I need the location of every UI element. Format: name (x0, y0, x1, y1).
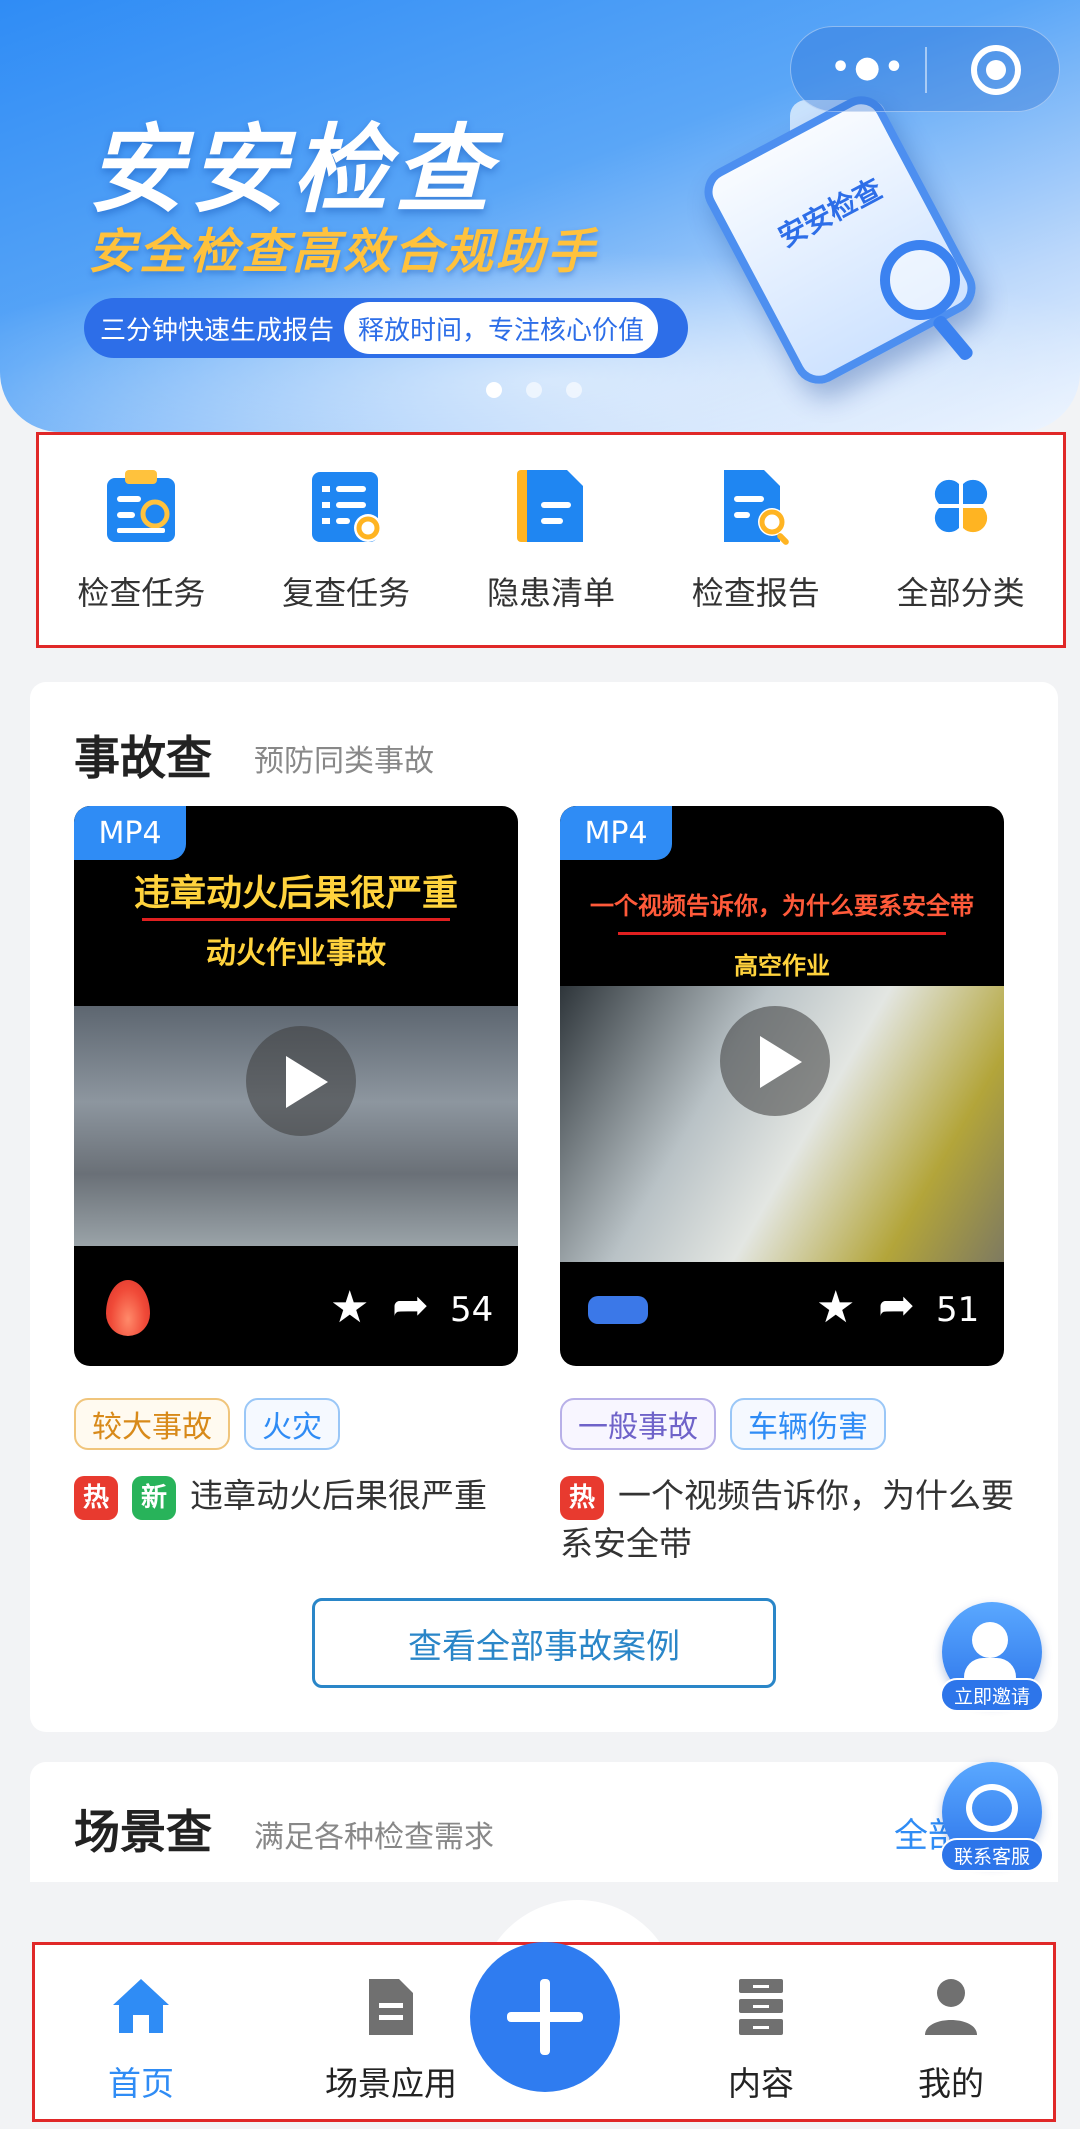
quick-item-label: 检查报告 (691, 574, 820, 612)
phone-illustration: 安安检查 (695, 87, 985, 393)
quick-item-label: 检查任务 (77, 574, 206, 612)
star-icon[interactable]: ★ (816, 1286, 855, 1330)
target-icon[interactable] (971, 45, 1021, 95)
nav-item-content[interactable]: 内容 (671, 1975, 851, 2105)
quick-item-inspection-report[interactable]: 检查报告 (666, 466, 846, 614)
view-all-cases-button[interactable]: 查看全部事故案例 (312, 1598, 776, 1688)
all-categories-icon (934, 479, 987, 533)
inspection-report-icon (723, 470, 789, 545)
add-user-icon (964, 1622, 1016, 1680)
banner-pill: 三分钟快速生成报告 释放时间，专注核心价值 (84, 298, 688, 358)
video-headline: 一个视频告诉你，为什么要系安全带 (590, 892, 974, 920)
quick-item-inspection-task[interactable]: 检查任务 (51, 466, 231, 614)
tag-list: 较大事故 火灾 (74, 1398, 340, 1450)
quick-item-label: 全部分类 (896, 574, 1025, 612)
video-divider (618, 932, 946, 935)
section-title: 场景查 (74, 1805, 212, 1859)
banner-title: 安安检查 (88, 114, 496, 226)
inspection-task-icon (107, 470, 176, 542)
accident-section: 事故查 预防同类事故 MP4 违章动火后果很严重 动火作业事故 ★ ➦ 54 M… (30, 682, 1058, 1732)
capsule-divider (925, 47, 927, 93)
nav-label: 内容 (728, 2064, 794, 2103)
carousel-dot[interactable] (486, 382, 502, 398)
section-subtitle: 预防同类事故 (254, 744, 434, 779)
scene-section: 场景查 满足各种检查需求 全部 (30, 1762, 1058, 1882)
video-headline: 违章动火后果很严重 (133, 873, 458, 914)
quick-item-recheck-task[interactable]: 复查任务 (256, 466, 436, 614)
carousel-indicators (486, 382, 582, 398)
video-card[interactable]: MP4 违章动火后果很严重 动火作业事故 ★ ➦ 54 (74, 806, 518, 1366)
video-actions: ★ ➦ 54 (74, 1256, 518, 1366)
quick-menu: 检查任务 复查任务 隐患清单 检查报告 全部分类 (36, 432, 1066, 648)
user-icon (925, 1979, 977, 2035)
tag[interactable]: 车辆伤害 (730, 1398, 886, 1450)
video-actions: ★ ➦ 51 (560, 1256, 1004, 1366)
carousel-dot[interactable] (526, 382, 542, 398)
video-description[interactable]: 热一个视频告诉你，为什么要系安全带 (560, 1472, 1020, 1568)
more-dots-icon[interactable]: •●• (831, 53, 908, 83)
share-count: 54 (450, 1290, 494, 1330)
video-card[interactable]: MP4 一个视频告诉你，为什么要系安全带 高空作业 ★ ➦ 51 (560, 806, 1004, 1366)
customer-service-label[interactable]: 联系客服 (940, 1838, 1044, 1872)
banner-subtitle: 安全检查高效合规助手 (88, 224, 599, 280)
home-icon (113, 1979, 169, 2033)
video-description-text: 违章动火后果很严重 (190, 1476, 487, 1515)
recheck-task-icon (312, 472, 383, 542)
miniprogram-capsule: •●• (790, 26, 1060, 112)
video-subheadline: 动火作业事故 (206, 936, 386, 971)
play-icon[interactable] (246, 1026, 356, 1136)
play-icon[interactable] (720, 1006, 830, 1116)
video-description-text: 一个视频告诉你，为什么要系安全带 (560, 1476, 1014, 1563)
nav-item-scene-apps[interactable]: 场景应用 (301, 1975, 481, 2105)
headset-icon (966, 1784, 1018, 1832)
document-icon (369, 1979, 413, 2035)
stack-icon (739, 1979, 783, 2035)
section-subtitle: 满足各种检查需求 (254, 1820, 494, 1855)
share-icon[interactable]: ➦ (878, 1284, 915, 1328)
share-icon[interactable]: ➦ (392, 1284, 429, 1328)
mp4-badge: MP4 (74, 806, 186, 860)
quick-item-label: 隐患清单 (486, 574, 615, 612)
video-subheadline: 高空作业 (734, 952, 830, 980)
tag-list: 一般事故 车辆伤害 (560, 1398, 886, 1450)
hot-badge: 热 (560, 1475, 604, 1520)
mp4-badge: MP4 (560, 806, 672, 860)
nav-label: 场景应用 (325, 2064, 457, 2103)
vehicle-icon (588, 1296, 648, 1324)
video-description[interactable]: 热新违章动火后果很严重 (74, 1472, 514, 1520)
carousel-dot[interactable] (566, 382, 582, 398)
hazard-list-icon (516, 470, 583, 542)
star-icon[interactable]: ★ (330, 1286, 369, 1330)
new-badge: 新 (132, 1475, 176, 1520)
tag[interactable]: 一般事故 (560, 1398, 716, 1450)
magnifier-illustration (880, 240, 960, 320)
nav-label: 首页 (108, 2064, 174, 2103)
video-divider (142, 918, 450, 921)
quick-item-hazard-list[interactable]: 隐患清单 (461, 466, 641, 614)
section-title: 事故查 (74, 731, 212, 785)
quick-item-all-categories[interactable]: 全部分类 (871, 466, 1051, 614)
invite-label[interactable]: 立即邀请 (940, 1678, 1044, 1712)
nav-item-home[interactable]: 首页 (51, 1975, 231, 2105)
banner-pill-right: 释放时间，专注核心价值 (344, 302, 659, 354)
tag[interactable]: 较大事故 (74, 1398, 230, 1450)
banner-pill-left: 三分钟快速生成报告 (100, 315, 335, 346)
fire-icon (106, 1280, 150, 1336)
tag[interactable]: 火灾 (244, 1398, 340, 1450)
quick-item-label: 复查任务 (282, 574, 411, 612)
add-button[interactable] (470, 1942, 620, 2092)
share-count: 51 (936, 1290, 980, 1330)
nav-label: 我的 (918, 2064, 984, 2103)
hot-badge: 热 (74, 1475, 118, 1520)
nav-item-mine[interactable]: 我的 (861, 1975, 1041, 2105)
phone-illustration-label: 安安检查 (772, 172, 888, 254)
